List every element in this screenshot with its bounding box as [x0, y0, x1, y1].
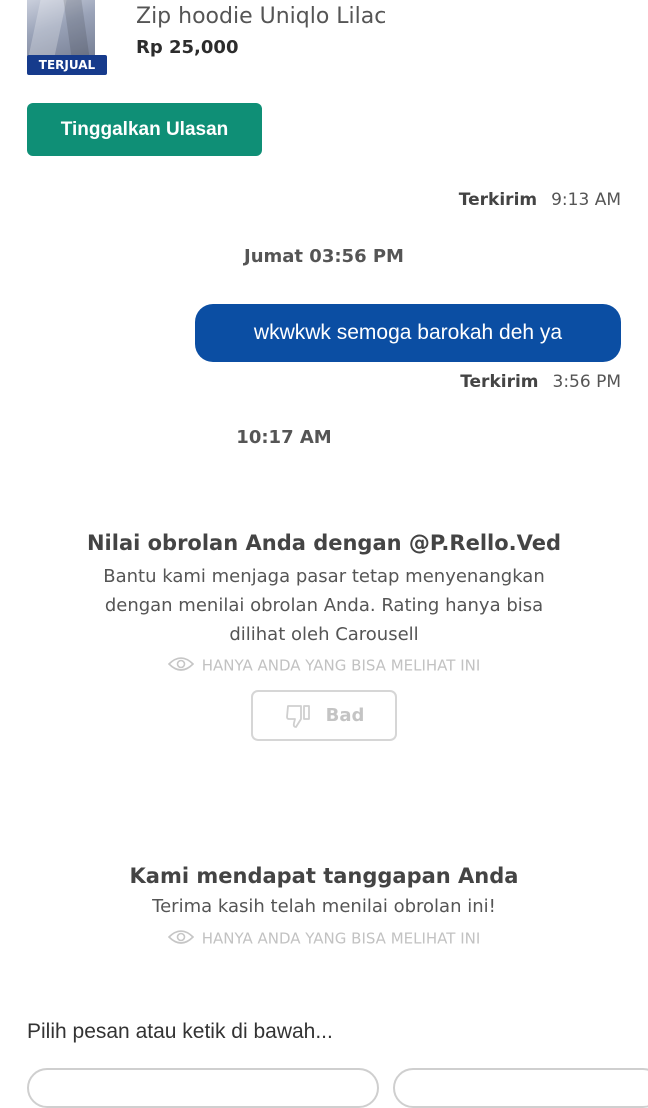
status-time: 3:56 PM — [552, 372, 622, 392]
visibility-note: HANYA ANDA YANG BISA MELIHAT INI — [0, 656, 648, 676]
time-separator: 10:17 AM — [236, 427, 332, 448]
visibility-note-text: HANYA ANDA YANG BISA MELIHAT INI — [201, 929, 481, 948]
status-time: 9:13 AM — [551, 190, 621, 210]
hoodie-fold-highlight — [28, 0, 68, 56]
hoodie-fold-shadow — [62, 0, 90, 56]
status-label: Terkirim — [458, 190, 538, 210]
product-price: Rp 25,000 — [136, 37, 239, 58]
sold-badge: TERJUAL — [27, 55, 107, 75]
leave-review-button[interactable]: Tinggalkan Ulasan — [27, 103, 262, 156]
feedback-card-description: Terima kasih telah menilai obrolan ini! — [152, 896, 496, 917]
status-label: Terkirim — [460, 372, 539, 392]
quick-reply-chip[interactable] — [27, 1068, 379, 1108]
quick-reply-chip[interactable] — [393, 1068, 648, 1108]
thumbs-down-icon — [285, 704, 310, 728]
quick-reply-prompt: Pilih pesan atau ketik di bawah... — [27, 1020, 333, 1043]
sent-message-bubble[interactable]: wkwkwk semoga barokah deh ya — [195, 304, 621, 362]
feedback-card-title: Kami mendapat tanggapan Anda — [129, 864, 519, 888]
eye-icon — [167, 929, 194, 949]
product-title[interactable]: Zip hoodie Uniqlo Lilac — [136, 4, 386, 29]
eye-icon — [167, 656, 194, 676]
visibility-note: HANYA ANDA YANG BISA MELIHAT INI — [0, 929, 648, 949]
message-status: Terkirim 9:13 AM — [459, 190, 621, 210]
visibility-note-text: HANYA ANDA YANG BISA MELIHAT INI — [201, 656, 481, 675]
bad-button-label: Bad — [325, 705, 365, 726]
day-separator: Jumat 03:56 PM — [244, 246, 404, 267]
rating-card-title: Nilai obrolan Anda dengan @P.Rello.Ved — [86, 531, 562, 555]
rate-bad-button[interactable]: Bad — [251, 690, 397, 741]
rating-card-description: Bantu kami menjaga pasar tetap menyenang… — [103, 566, 545, 645]
message-status: Terkirim 3:56 PM — [460, 372, 621, 392]
